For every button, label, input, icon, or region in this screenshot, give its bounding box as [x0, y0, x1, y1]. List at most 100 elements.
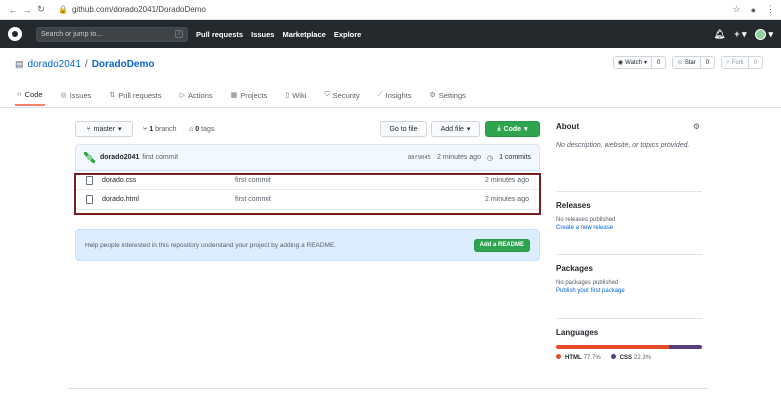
tab-code[interactable]: ‹› Code [15, 84, 45, 106]
fork-button[interactable]: ⑂ Fork 0 [721, 56, 763, 69]
address-bar[interactable]: 🔒 github.com/dorado2041/DoradoDemo [58, 5, 732, 14]
bookmark-star-icon[interactable]: ☆ [732, 4, 740, 15]
repo-title: ▤ dorado2041 / DoradoDemo [15, 59, 154, 70]
reload-icon[interactable]: ↻ [34, 4, 48, 15]
tag-icon: ⌂ [189, 125, 194, 133]
forward-icon[interactable]: → [20, 5, 34, 15]
file-icon [86, 195, 93, 204]
language-bar-css [669, 345, 702, 349]
tab-label: Code [24, 89, 43, 99]
repo-name-link[interactable]: DoradoDemo [92, 59, 155, 70]
code-button[interactable]: ⤓ Code ▾ [485, 121, 540, 137]
back-icon[interactable]: ← [6, 5, 20, 15]
watch-count[interactable]: 0 [652, 57, 665, 68]
pull-request-icon: ⇅ [109, 92, 116, 99]
tab-wiki[interactable]: ▯ Wiki [283, 84, 308, 106]
releases-title[interactable]: Releases [556, 201, 702, 210]
commits-link[interactable]: 1 commits [499, 154, 531, 161]
tab-security[interactable]: ⛉ Security [322, 84, 361, 106]
tags-link[interactable]: ⌂ 0 tags [189, 121, 214, 137]
watch-label: Watch [625, 59, 642, 66]
more-icon[interactable]: ⋮ [766, 4, 775, 15]
issue-icon: ◎ [60, 92, 67, 99]
star-button[interactable]: ☆ Star 0 [672, 56, 716, 69]
tab-label: Insights [385, 90, 412, 100]
graph-icon: ⟋ [377, 91, 383, 98]
footer-divider [67, 388, 709, 389]
commit-message[interactable]: first commit [142, 154, 178, 161]
branch-name: master [93, 125, 116, 133]
profile-avatar[interactable]: ● [751, 5, 756, 15]
tab-insights[interactable]: ⟋ Insights [376, 84, 414, 106]
chevron-down-icon: ▾ [466, 126, 471, 133]
tab-label: Actions [188, 90, 213, 100]
shield-icon: ⛉ [324, 91, 330, 98]
packages-title[interactable]: Packages [556, 264, 702, 273]
tab-pull-requests[interactable]: ⇅ Pull requests [107, 84, 163, 106]
language-bar-html [556, 345, 670, 349]
readme-prompt-text: Help people interested in this repositor… [85, 241, 337, 249]
language-css[interactable]: CSS 22.3% [610, 354, 651, 361]
file-commit-message[interactable]: first commit [235, 177, 485, 184]
search-shortcut: / [175, 30, 183, 38]
tags-count: 0 [195, 125, 200, 133]
book-icon: ▯ [285, 92, 290, 99]
file-row[interactable]: dorado.html first commit 2 minutes ago [76, 190, 539, 209]
search-input[interactable]: Search or jump to... / [36, 26, 188, 42]
chevron-down-icon: ▾ [524, 126, 528, 133]
user-menu[interactable]: ▾ [755, 28, 773, 40]
watch-button[interactable]: ◉ Watch ▾ 0 [612, 56, 667, 69]
add-readme-button[interactable]: Add a README [473, 238, 530, 252]
repo-actions: ◉ Watch ▾ 0 ☆ Star 0 ⑂ Fork 0 [612, 56, 763, 69]
github-header: Search or jump to... / Pull requests Iss… [0, 20, 781, 48]
branch-select-button[interactable]: ⑂ master ▾ [75, 121, 133, 137]
file-name[interactable]: dorado.css [102, 177, 235, 184]
html-color-dot [556, 354, 561, 359]
language-html[interactable]: HTML 77.7% [556, 354, 601, 361]
releases-section: Releases No releases published Create a … [556, 191, 702, 231]
nav-issues[interactable]: Issues [251, 30, 274, 39]
file-name[interactable]: dorado.html [102, 196, 235, 203]
repo-header: ▤ dorado2041 / DoradoDemo ◉ Watch ▾ 0 ☆ Sta… [0, 48, 781, 108]
tab-issues[interactable]: ◎ Issues [59, 84, 94, 106]
tab-settings[interactable]: ⚙ Settings [428, 84, 468, 106]
languages-section: Languages HTML 77.7% CSS 22.3% [556, 318, 702, 361]
nav-marketplace[interactable]: Marketplace [282, 30, 325, 39]
tab-projects[interactable]: ▦ Projects [229, 84, 270, 106]
commit-author-avatar[interactable] [84, 152, 95, 163]
nav-pull-requests[interactable]: Pull requests [196, 30, 243, 39]
bell-icon[interactable]: 🔔︎ [714, 29, 725, 40]
add-file-button[interactable]: Add file ▾ [431, 121, 480, 137]
history-icon: ◷ [486, 154, 494, 162]
tab-actions[interactable]: ▷ Actions [178, 84, 215, 106]
nav-explore[interactable]: Explore [334, 30, 362, 39]
create-release-link[interactable]: Create a new release [556, 225, 702, 231]
file-age: 2 minutes ago [485, 176, 529, 184]
about-text: No description, website, or topics provi… [556, 142, 690, 149]
gear-icon[interactable]: ⚙ [693, 122, 700, 131]
packages-text: No packages published [556, 280, 619, 286]
fork-label: Fork [731, 59, 744, 66]
star-count[interactable]: 0 [701, 57, 714, 68]
go-to-file-button[interactable]: Go to file [380, 121, 427, 137]
file-age: 2 minutes ago [485, 196, 529, 203]
language-percent: 77.7% [583, 355, 601, 361]
plus-dropdown-icon[interactable]: + ▾ [734, 29, 746, 40]
file-commit-message[interactable]: first commit [235, 196, 485, 203]
file-row[interactable]: dorado.css first commit 2 minutes ago [76, 171, 539, 190]
github-logo-icon[interactable] [8, 27, 22, 41]
languages-title: Languages [556, 328, 599, 337]
file-toolbar: ⑂ master ▾ ⑂ 1 branch ⌂ 0 tags Go to fil… [75, 121, 540, 137]
repo-owner-link[interactable]: dorado2041 [28, 59, 81, 70]
commit-author[interactable]: dorado2041 [100, 154, 139, 161]
fork-count[interactable]: 0 [749, 57, 762, 68]
lock-icon: 🔒 [58, 5, 68, 14]
branches-link[interactable]: ⑂ 1 branch [143, 121, 177, 137]
play-icon: ▷ [179, 92, 186, 99]
chevron-down-icon: ▾ [118, 126, 122, 133]
repo-main: ⑂ master ▾ ⑂ 1 branch ⌂ 0 tags Go to fil… [0, 108, 781, 405]
about-title: About [556, 122, 580, 131]
publish-package-link[interactable]: Publish your first package [556, 288, 702, 294]
commit-sha[interactable]: 88f9045 [408, 155, 431, 161]
code-icon: ‹› [17, 90, 22, 98]
